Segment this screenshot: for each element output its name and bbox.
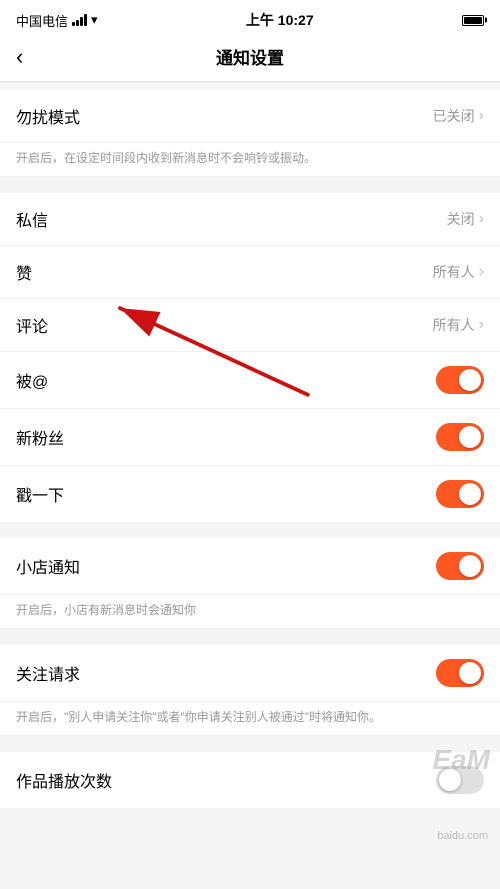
item-value-dm: 关闭 bbox=[447, 209, 475, 229]
toggle-knob bbox=[459, 369, 481, 391]
battery-icon bbox=[462, 15, 484, 26]
item-right-likes: 所有人 › bbox=[433, 262, 484, 282]
item-right-plays bbox=[436, 766, 484, 794]
section-follow: 关注请求 开启后，"别人申请关注你"或者"你申请关注别人被通过"时将通知你。 bbox=[0, 645, 500, 736]
back-button[interactable]: ‹ bbox=[16, 44, 23, 70]
item-value-likes: 所有人 bbox=[433, 262, 475, 282]
page-title: 通知设置 bbox=[216, 44, 284, 69]
list-item[interactable]: 关注请求 bbox=[0, 645, 500, 702]
section-gap bbox=[0, 185, 500, 193]
wifi-icon: ▾ bbox=[91, 12, 98, 28]
section-messages: 私信 关闭 › 赞 所有人 › 评论 所有人 › 被@ bbox=[0, 193, 500, 522]
chevron-icon: › bbox=[479, 107, 484, 125]
item-label-plays: 作品播放次数 bbox=[16, 768, 112, 792]
shop-description: 开启后，小店有新消息时会通知你 bbox=[0, 595, 500, 629]
baidu-label: baidu.com bbox=[437, 830, 488, 842]
status-time: 上午 10:27 bbox=[246, 10, 314, 30]
list-item[interactable]: 新粉丝 bbox=[0, 409, 500, 466]
chevron-icon: › bbox=[479, 210, 484, 228]
item-label-dnd: 勿扰模式 bbox=[16, 104, 80, 128]
toggle-follow[interactable] bbox=[436, 659, 484, 687]
item-right-comments: 所有人 › bbox=[433, 315, 484, 335]
status-right bbox=[462, 15, 484, 26]
item-right-follow bbox=[436, 659, 484, 687]
list-item-likes[interactable]: 赞 所有人 › bbox=[0, 246, 500, 299]
signal-icon bbox=[72, 14, 87, 26]
list-item[interactable]: 作品播放次数 bbox=[0, 752, 500, 808]
section-gap bbox=[0, 82, 500, 90]
status-left: 中国电信 ▾ bbox=[16, 11, 98, 30]
item-right-at bbox=[436, 366, 484, 394]
section-gap bbox=[0, 744, 500, 752]
item-label-follow: 关注请求 bbox=[16, 661, 80, 685]
toggle-knob bbox=[439, 769, 461, 791]
item-label-likes: 赞 bbox=[16, 260, 32, 284]
dnd-description: 开启后，在设定时间段内收到新消息时不会响铃或振动。 bbox=[0, 143, 500, 177]
toggle-knob bbox=[459, 426, 481, 448]
item-right-fans bbox=[436, 423, 484, 451]
item-label-fans: 新粉丝 bbox=[16, 425, 64, 449]
toggle-plays[interactable] bbox=[436, 766, 484, 794]
follow-description: 开启后，"别人申请关注你"或者"你申请关注别人被通过"时将通知你。 bbox=[0, 702, 500, 736]
toggle-poke[interactable] bbox=[436, 480, 484, 508]
item-value-dnd: 已关闭 bbox=[433, 106, 475, 126]
toggle-fans[interactable] bbox=[436, 423, 484, 451]
item-right-dm: 关闭 › bbox=[447, 209, 484, 229]
item-label-shop: 小店通知 bbox=[16, 554, 80, 578]
item-right-dnd: 已关闭 › bbox=[433, 106, 484, 126]
section-dnd: 勿扰模式 已关闭 › 开启后，在设定时间段内收到新消息时不会响铃或振动。 bbox=[0, 90, 500, 177]
list-item[interactable]: 私信 关闭 › bbox=[0, 193, 500, 246]
item-value-comments: 所有人 bbox=[433, 315, 475, 335]
section-shop: 小店通知 开启后，小店有新消息时会通知你 bbox=[0, 538, 500, 629]
list-item[interactable]: 勿扰模式 已关闭 › bbox=[0, 90, 500, 143]
item-label-poke: 戳一下 bbox=[16, 482, 64, 506]
carrier-label: 中国电信 bbox=[16, 11, 68, 30]
section-plays: 作品播放次数 bbox=[0, 752, 500, 808]
baidu-watermark-area: baidu.com bbox=[0, 816, 500, 856]
item-label-dm: 私信 bbox=[16, 207, 48, 231]
section-gap bbox=[0, 530, 500, 538]
item-label-comments: 评论 bbox=[16, 313, 48, 337]
toggle-at[interactable] bbox=[436, 366, 484, 394]
toggle-knob bbox=[459, 662, 481, 684]
toggle-knob bbox=[459, 483, 481, 505]
list-item[interactable]: 评论 所有人 › bbox=[0, 299, 500, 352]
status-bar: 中国电信 ▾ 上午 10:27 bbox=[0, 0, 500, 36]
item-right-shop bbox=[436, 552, 484, 580]
page-wrapper: 中国电信 ▾ 上午 10:27 ‹ 通知设置 勿扰模式 已关闭 › bbox=[0, 0, 500, 856]
toggle-shop[interactable] bbox=[436, 552, 484, 580]
nav-bar: ‹ 通知设置 bbox=[0, 36, 500, 82]
chevron-icon: › bbox=[479, 316, 484, 334]
item-right-poke bbox=[436, 480, 484, 508]
list-item[interactable]: 小店通知 bbox=[0, 538, 500, 595]
chevron-icon: › bbox=[479, 263, 484, 281]
item-label-at: 被@ bbox=[16, 368, 48, 392]
toggle-knob bbox=[459, 555, 481, 577]
section-gap bbox=[0, 637, 500, 645]
list-item[interactable]: 戳一下 bbox=[0, 466, 500, 522]
list-item[interactable]: 被@ bbox=[0, 352, 500, 409]
